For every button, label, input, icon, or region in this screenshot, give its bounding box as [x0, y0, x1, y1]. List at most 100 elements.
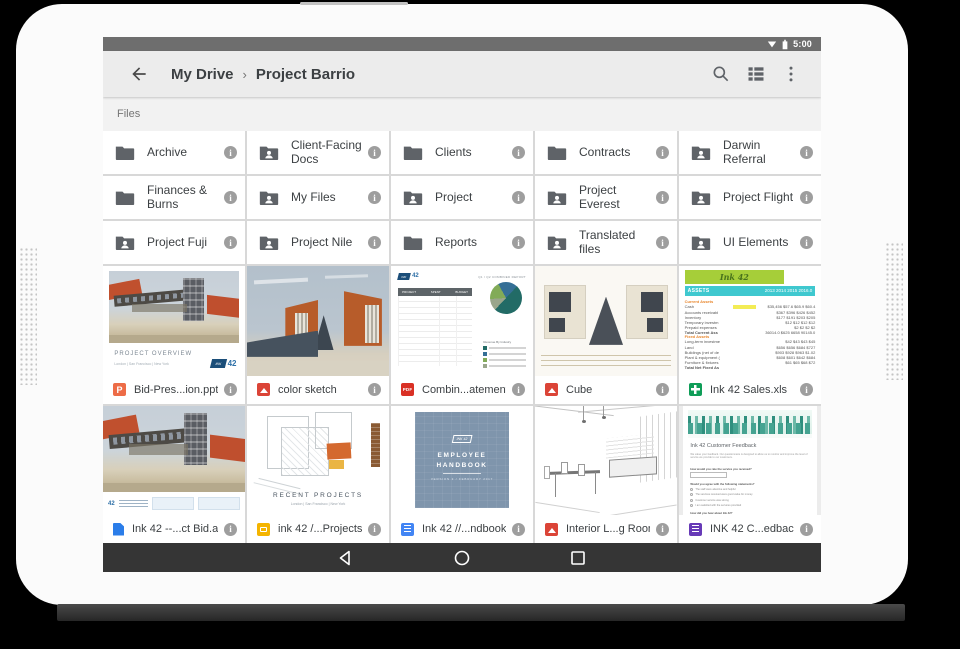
file-tile[interactable]: PROJECT OVERVIEW London | San Francisco … [103, 266, 245, 404]
form-input [690, 472, 727, 477]
info-icon[interactable]: i [368, 236, 381, 249]
info-icon[interactable]: i [224, 146, 237, 159]
nav-home-button[interactable] [452, 548, 472, 568]
folder-tile[interactable]: My Files i [247, 176, 389, 219]
folder-name: Translated files [579, 229, 650, 257]
folder-tile[interactable]: Finances & Burns i [103, 176, 245, 219]
folder-name: Project Fuji [147, 236, 218, 250]
info-icon[interactable]: i [512, 146, 525, 159]
file-tile[interactable]: Ink 42 ASSETS2013 2014 2015 2016.0 Curre… [679, 266, 821, 404]
image-icon [545, 523, 558, 536]
shared-folder-icon [547, 189, 567, 206]
folder-tile[interactable]: Contracts i [535, 131, 677, 174]
info-icon[interactable]: i [224, 191, 237, 204]
wifi-icon [767, 39, 777, 49]
info-icon[interactable]: i [656, 236, 669, 249]
info-icon[interactable]: i [368, 383, 381, 396]
files-section-header: Files [103, 97, 821, 131]
nav-back-button[interactable] [336, 548, 356, 568]
file-thumbnail: 42 [103, 406, 245, 516]
shared-folder-icon [259, 189, 279, 206]
pdf-icon: PDF [401, 383, 414, 396]
file-caption: INK 42 C...edback i [679, 515, 821, 543]
file-tile[interactable]: INK42 Q1 / Q2 COMBINED REPORT PROJECTSPE… [391, 266, 533, 404]
folder-name: UI Elements [723, 236, 794, 250]
folder-tile[interactable]: Project i [391, 176, 533, 219]
file-tile[interactable]: INK 42 EMPLOYEE HANDBOOK VERSION 3 / FEB… [391, 406, 533, 544]
info-icon[interactable]: i [800, 191, 813, 204]
overflow-menu-button[interactable] [781, 64, 801, 84]
file-tile[interactable]: Cube i [535, 266, 677, 404]
image-icon [545, 383, 558, 396]
search-button[interactable] [711, 64, 731, 84]
folder-tile[interactable]: Darwin Referral i [679, 131, 821, 174]
slide-title: PROJECT OVERVIEW [114, 351, 192, 357]
file-tile[interactable]: Interior L...g Room i [535, 406, 677, 544]
info-icon[interactable]: i [656, 383, 669, 396]
info-icon[interactable]: i [224, 383, 237, 396]
file-name: ink 42 /...Projects [278, 523, 362, 535]
tablet-stand-shadow [57, 604, 905, 621]
info-icon[interactable]: i [656, 191, 669, 204]
form-question: How would you rate the service you recei… [690, 467, 751, 471]
shared-folder-icon [259, 144, 279, 161]
shared-folder-icon [691, 144, 711, 161]
folder-tile[interactable]: Project Everest i [535, 176, 677, 219]
file-name: INK 42 C...edback [710, 523, 794, 535]
breadcrumb-root[interactable]: My Drive [171, 66, 234, 83]
screen: 5:00 My Drive › Project Barrio Files [103, 37, 821, 572]
info-icon[interactable]: i [656, 523, 669, 536]
info-icon[interactable]: i [368, 146, 381, 159]
info-icon[interactable]: i [800, 146, 813, 159]
info-icon[interactable]: i [512, 523, 525, 536]
powerpoint-icon: P [113, 383, 126, 396]
file-tile[interactable]: Ink 42 Customer Feedback We value your f… [679, 406, 821, 544]
app-bar: My Drive › Project Barrio [103, 51, 821, 97]
file-caption: color sketch i [247, 376, 389, 404]
shared-folder-icon [259, 234, 279, 251]
folder-name: Project Nile [291, 236, 362, 250]
folder-tile[interactable]: Translated files i [535, 221, 677, 264]
file-name: Ink 42 //...ndbook [422, 523, 506, 535]
chevron-right-icon: › [243, 67, 247, 82]
chart-legend: Revenue By Industry [483, 340, 526, 368]
folder-icon [115, 144, 135, 161]
nav-recents-button[interactable] [568, 548, 588, 568]
file-caption: ink 42 /...Projects i [247, 515, 389, 543]
info-icon[interactable]: i [800, 523, 813, 536]
info-icon[interactable]: i [656, 146, 669, 159]
file-caption: Ink 42 Sales.xls i [679, 376, 821, 404]
folder-tile[interactable]: Client-Facing Docs i [247, 131, 389, 174]
folder-tile[interactable]: Clients i [391, 131, 533, 174]
forms-icon [689, 523, 702, 536]
info-icon[interactable]: i [800, 236, 813, 249]
info-icon[interactable]: i [512, 236, 525, 249]
file-caption: Ink 42 //...ndbook i [391, 515, 533, 543]
folder-tile[interactable]: Reports i [391, 221, 533, 264]
info-icon[interactable]: i [224, 523, 237, 536]
file-name: Combin...atement [422, 384, 506, 396]
file-thumbnail: Ink 42 ASSETS2013 2014 2015 2016.0 Curre… [679, 266, 821, 376]
ink42-logo: INK 42 [452, 435, 472, 443]
file-tile[interactable]: RECENT PROJECTS London | San Francisco |… [247, 406, 389, 544]
info-icon[interactable]: i [512, 191, 525, 204]
folder-tile[interactable]: Project Flight i [679, 176, 821, 219]
folder-tile[interactable]: Project Nile i [247, 221, 389, 264]
file-tile[interactable]: 42 Ink 42 --...ct Bid.ai i [103, 406, 245, 544]
folder-tile[interactable]: UI Elements i [679, 221, 821, 264]
info-icon[interactable]: i [800, 383, 813, 396]
folder-icon [115, 189, 135, 206]
info-icon[interactable]: i [224, 236, 237, 249]
file-tile[interactable]: color sketch i [247, 266, 389, 404]
folder-tile[interactable]: Project Fuji i [103, 221, 245, 264]
image-icon [257, 383, 270, 396]
file-thumbnail [535, 266, 677, 376]
back-button[interactable] [129, 64, 149, 84]
info-icon[interactable]: i [368, 523, 381, 536]
file-caption: P Bid-Pres...ion.pptx i [103, 376, 245, 404]
info-icon[interactable]: i [512, 383, 525, 396]
folder-tile[interactable]: Archive i [103, 131, 245, 174]
handbook-cover: INK 42 EMPLOYEE HANDBOOK VERSION 3 / FEB… [415, 412, 509, 508]
info-icon[interactable]: i [368, 191, 381, 204]
list-view-button[interactable] [746, 64, 766, 84]
